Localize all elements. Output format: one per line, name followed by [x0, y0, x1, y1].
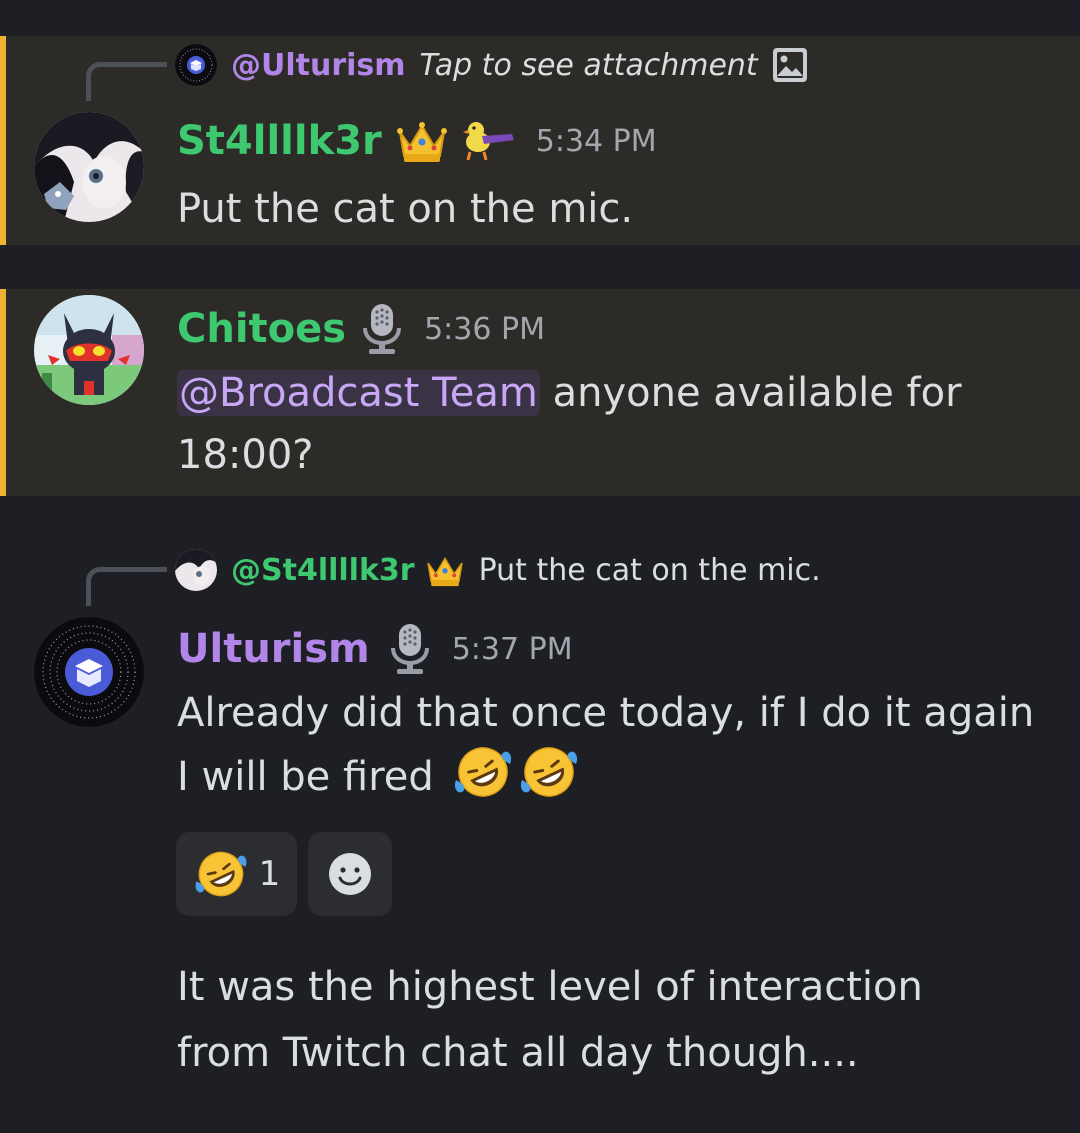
message-text: Already did that once today, if I do it … — [177, 682, 1067, 818]
message-text-line2: 18:00? — [177, 432, 314, 478]
crown-icon — [425, 552, 465, 588]
microphone-icon — [360, 302, 404, 356]
message-text-line1: Already did that once today, if I do it … — [177, 690, 1035, 736]
username-st4llllk3r[interactable]: St4llllk3r — [177, 118, 382, 164]
message-text-line2: I will be fired — [177, 754, 434, 800]
reply-text[interactable]: Tap to see attachment — [420, 48, 758, 83]
timestamp: 5:37 PM — [451, 631, 573, 667]
avatar-chitoes[interactable] — [34, 295, 144, 405]
username-chitoes[interactable]: Chitoes — [177, 306, 346, 352]
top-strip — [0, 0, 1080, 36]
reply-connector — [86, 62, 167, 101]
image-icon — [772, 47, 808, 83]
followup-message-text: It was the highest level of interaction … — [177, 954, 1057, 1086]
message-header: St4llllk3r 5:34 PM — [177, 118, 657, 164]
message-text-line1: anyone available for — [552, 370, 962, 416]
message-header: Chitoes 5:36 PM — [177, 302, 545, 356]
reply-preview[interactable]: @St4llllk3r Put the cat on the mic. — [175, 549, 821, 591]
reply-author[interactable]: @St4llllk3r — [231, 553, 415, 588]
message-header: Ulturism 5:37 PM — [177, 622, 573, 676]
crown-icon — [396, 118, 448, 164]
reply-preview[interactable]: @Ulturism Tap to see attachment — [175, 44, 808, 86]
reaction-count: 1 — [258, 854, 281, 894]
timestamp: 5:34 PM — [535, 123, 657, 159]
avatar-st4llllk3r[interactable] — [34, 112, 144, 222]
followup-line2: from Twitch chat all day though.... — [177, 1030, 859, 1076]
message-text: @Broadcast Team anyone available for 18:… — [177, 362, 1047, 486]
role-mention[interactable]: @Broadcast Team — [177, 370, 540, 416]
reply-avatar-ulturism — [175, 44, 217, 86]
duck-icon — [462, 118, 516, 164]
message-text: Put the cat on the mic. — [177, 186, 634, 232]
rofl-emoji — [452, 744, 514, 818]
add-reaction-icon — [327, 851, 373, 897]
reply-avatar-st4llllk3r — [175, 549, 217, 591]
reply-text[interactable]: Put the cat on the mic. — [479, 553, 821, 588]
reaction-rofl[interactable]: 1 — [176, 832, 297, 916]
microphone-icon — [388, 622, 432, 676]
avatar-ulturism[interactable] — [34, 617, 144, 727]
reply-connector — [86, 567, 167, 606]
add-reaction-button[interactable] — [308, 832, 392, 916]
reply-author[interactable]: @Ulturism — [231, 48, 406, 83]
rofl-emoji — [518, 744, 580, 818]
followup-line1: It was the highest level of interaction — [177, 964, 923, 1010]
timestamp: 5:36 PM — [424, 311, 545, 347]
username-ulturism[interactable]: Ulturism — [177, 626, 370, 672]
rofl-emoji — [193, 848, 249, 900]
